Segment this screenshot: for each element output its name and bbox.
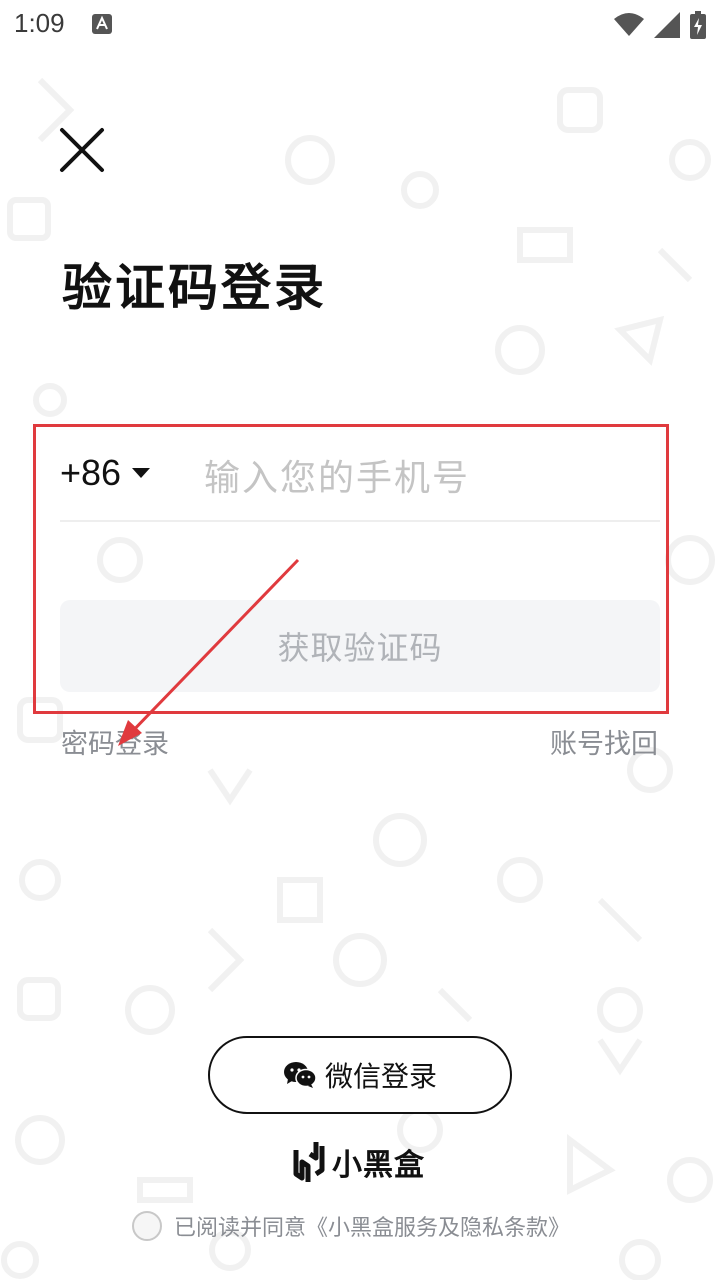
page-title: 验证码登录	[62, 259, 327, 317]
close-icon[interactable]	[56, 124, 108, 176]
country-code-text: +86	[60, 452, 122, 493]
battery-charging-icon	[690, 11, 706, 39]
status-time: 1:09	[14, 8, 65, 38]
wechat-icon	[283, 1062, 317, 1088]
xiaoheihe-logo-icon	[293, 1142, 325, 1182]
login-screen: 1:09 验证码登录 +86 输入您的手机号 获取验证码 密码登录 账号找回 微…	[0, 0, 720, 1280]
account-recovery-link[interactable]: 账号找回	[550, 722, 658, 761]
brand: 小黑盒	[292, 1140, 425, 1184]
wechat-login-label: 微信登录	[324, 1060, 437, 1093]
status-bar: 1:09	[0, 0, 720, 52]
phone-row: +86	[60, 440, 660, 522]
country-code-selector[interactable]: +86	[60, 452, 151, 494]
caret-down-icon	[132, 468, 151, 478]
phone-input[interactable]	[202, 448, 656, 508]
brand-name: 小黑盒	[332, 1148, 425, 1183]
privacy-terms-link[interactable]: 《小黑盒服务及隐私条款》	[306, 1216, 570, 1241]
agree-checkbox[interactable]	[132, 1211, 162, 1241]
signal-icon	[654, 12, 680, 38]
status-icons	[614, 10, 706, 40]
get-code-button[interactable]: 获取验证码	[60, 600, 660, 692]
wifi-icon	[614, 13, 644, 36]
agreement-prefix: 已阅读并同意	[174, 1216, 307, 1241]
password-login-link[interactable]: 密码登录	[61, 722, 169, 761]
wechat-login-button[interactable]: 微信登录	[208, 1036, 512, 1114]
notification-a-icon	[92, 14, 112, 34]
agreement-row: 已阅读并同意《小黑盒服务及隐私条款》	[132, 1210, 570, 1242]
